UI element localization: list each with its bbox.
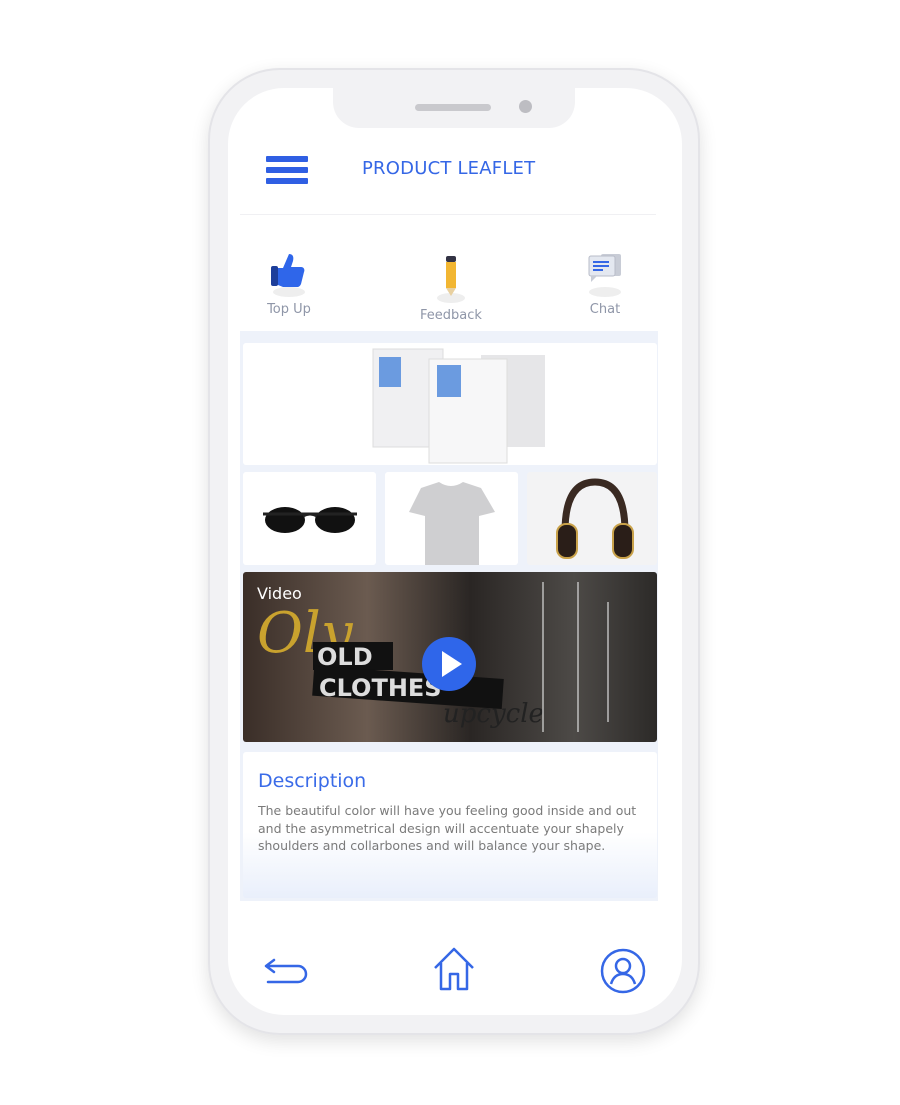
quick-action-feedback[interactable]: Feedback <box>406 252 496 323</box>
product-t-shirt[interactable] <box>385 472 518 565</box>
video-player[interactable]: Oly OLD CLOTHES upcycle Video <box>243 572 657 742</box>
camera <box>519 100 532 113</box>
home-icon[interactable] <box>432 946 476 992</box>
quick-action-chat[interactable]: Chat <box>560 248 650 317</box>
quick-action-label: Feedback <box>420 308 482 323</box>
notch <box>333 88 575 128</box>
quick-action-label: Chat <box>589 302 621 317</box>
video-label: Video <box>257 584 302 603</box>
thumbs-up-icon <box>271 254 305 297</box>
product-headphones[interactable] <box>527 472 657 565</box>
description-card: Description The beautiful color will hav… <box>243 752 657 898</box>
headphones-image <box>556 478 634 559</box>
leaflet-boxes-image <box>372 348 545 464</box>
quick-action-top-up[interactable]: Top Up <box>244 248 334 317</box>
chat-bubbles-icon <box>588 254 621 297</box>
divider <box>240 214 656 215</box>
speaker <box>415 104 491 111</box>
page-title: PRODUCT LEAFLET <box>362 158 536 179</box>
back-arrow-icon[interactable] <box>262 950 312 990</box>
phone-screen: PRODUCT LEAFLET Top Up Feedback Chat Oly… <box>228 88 682 1015</box>
product-banner-leaflets[interactable] <box>243 343 657 465</box>
description-title: Description <box>258 770 367 792</box>
t-shirt-image <box>409 482 495 565</box>
description-text: The beautiful color will have you feelin… <box>258 803 637 853</box>
svg-text:upcycle: upcycle <box>443 699 544 729</box>
sunglasses-image <box>263 507 357 533</box>
pencil-icon <box>437 256 465 303</box>
play-icon[interactable] <box>421 636 477 692</box>
hamburger-icon[interactable] <box>266 156 308 184</box>
product-sunglasses[interactable] <box>243 472 376 565</box>
quick-action-label: Top Up <box>267 302 311 317</box>
user-profile-icon[interactable] <box>600 948 646 994</box>
